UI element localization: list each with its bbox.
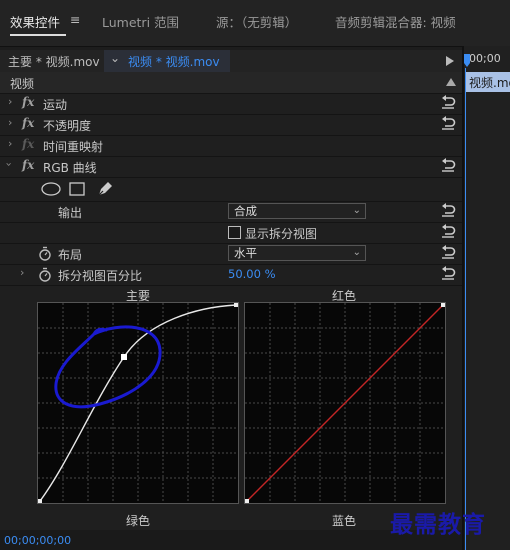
reset-icon[interactable] — [440, 158, 456, 174]
scroll-up-icon[interactable] — [446, 78, 456, 86]
section-header-video: 视频 — [0, 72, 462, 94]
mask-tools-row — [0, 177, 462, 202]
play-arrow-icon[interactable] — [446, 56, 454, 66]
playhead-line — [465, 68, 466, 550]
tab-audio-clip-mixer[interactable]: 音频剪辑混合器: 视频 — [335, 12, 456, 31]
timeline-clip-label: 视频.mo — [469, 76, 510, 90]
active-clip-selector[interactable]: ⌄ 视频 * 视频.mov — [104, 50, 230, 72]
split-percent-value[interactable]: 50.00 % — [228, 267, 276, 281]
output-value: 合成 — [234, 204, 257, 218]
split-view-row: 显示拆分视图 — [0, 222, 462, 244]
twirl-icon[interactable]: › — [8, 137, 12, 150]
reset-icon[interactable] — [440, 224, 456, 240]
pen-mask-icon[interactable] — [96, 180, 114, 198]
reset-icon[interactable] — [440, 203, 456, 219]
reset-icon[interactable] — [440, 245, 456, 261]
split-percent-label: 拆分视图百分比 — [58, 269, 143, 283]
fx-icon: fx — [22, 137, 35, 151]
effect-row-time-remapping[interactable]: › fx 时间重映射 — [0, 135, 462, 157]
fx-icon[interactable]: fx — [22, 116, 34, 130]
split-percent-row: › 拆分视图百分比 50.00 % — [0, 264, 462, 286]
twirl-icon[interactable]: › — [20, 266, 24, 279]
clip-selector-row: 主要 * 视频.mov ⌄ 视频 * 视频.mov — [0, 50, 462, 72]
ellipse-mask-icon[interactable] — [41, 182, 61, 196]
chevron-down-icon: ⌄ — [352, 247, 361, 258]
red-curve-graph[interactable] — [244, 302, 446, 504]
curve-point-black[interactable] — [245, 499, 249, 503]
playhead-icon[interactable] — [464, 54, 470, 68]
master-clip-label[interactable]: 主要 * 视频.mov — [8, 53, 100, 70]
effect-row-opacity[interactable]: › fx 不透明度 — [0, 114, 462, 136]
stopwatch-icon[interactable] — [38, 246, 52, 261]
effect-label: 时间重映射 — [43, 140, 104, 154]
effect-label: 运动 — [43, 98, 68, 112]
panel-tab-bar: 效果控件 ≡ Lumetri 范围 源：（无剪辑） 音频剪辑混合器: 视频 — [0, 0, 510, 47]
tab-menu-icon[interactable]: ≡ — [70, 12, 80, 27]
chevron-down-icon: ⌄ — [110, 51, 121, 65]
stopwatch-icon[interactable] — [38, 267, 52, 282]
tab-source[interactable]: 源：（无剪辑） — [216, 12, 297, 31]
twirl-icon[interactable]: › — [8, 116, 12, 129]
mini-timeline: 00;00 视频.mo — [464, 46, 510, 550]
layout-row: 布局 水平 ⌄ — [0, 243, 462, 265]
effect-label: 不透明度 — [43, 119, 92, 133]
current-timecode[interactable]: 00;00;00;00 — [4, 534, 71, 547]
twirl-icon[interactable]: › — [3, 162, 16, 166]
rectangle-mask-icon[interactable] — [69, 182, 85, 196]
curve-point-black[interactable] — [38, 499, 42, 503]
reset-icon[interactable] — [440, 95, 456, 111]
section-label: 视频 — [10, 77, 35, 91]
twirl-icon[interactable]: › — [8, 95, 12, 108]
green-curve-label: 绿色 — [126, 514, 151, 528]
output-dropdown[interactable]: 合成 ⌄ — [228, 203, 366, 219]
layout-dropdown[interactable]: 水平 ⌄ — [228, 245, 366, 261]
checkbox-icon[interactable] — [228, 226, 241, 239]
effect-row-motion[interactable]: › fx 运动 — [0, 93, 462, 115]
fx-icon[interactable]: fx — [22, 95, 34, 109]
active-clip-label: 视频 * 视频.mov — [128, 55, 220, 69]
annotation-circle — [54, 325, 162, 409]
blue-curve-label: 蓝色 — [332, 514, 357, 528]
fx-icon[interactable]: fx — [22, 158, 34, 172]
tab-effect-controls[interactable]: 效果控件 — [10, 12, 60, 31]
layout-value: 水平 — [234, 246, 257, 260]
curve-point-white[interactable] — [441, 303, 445, 307]
reset-icon[interactable] — [440, 116, 456, 132]
effect-label: RGB 曲线 — [43, 161, 97, 175]
tab-lumetri-scopes[interactable]: Lumetri 范围 — [102, 12, 179, 31]
output-label: 输出 — [58, 206, 83, 220]
layout-label: 布局 — [58, 248, 83, 262]
active-tab-indicator — [10, 34, 66, 36]
timeline-clip[interactable]: 视频.mo — [466, 72, 510, 92]
split-view-label: 显示拆分视图 — [245, 227, 318, 241]
output-row: 输出 合成 ⌄ — [0, 201, 462, 223]
curve-point-white[interactable] — [234, 303, 238, 307]
chevron-down-icon: ⌄ — [352, 205, 361, 216]
effect-row-rgb-curves[interactable]: › fx RGB 曲线 — [0, 156, 462, 178]
timeline-timecode: 00;00 — [469, 52, 501, 65]
reset-icon[interactable] — [440, 266, 456, 282]
watermark-logo: 最需教育 — [390, 511, 486, 538]
